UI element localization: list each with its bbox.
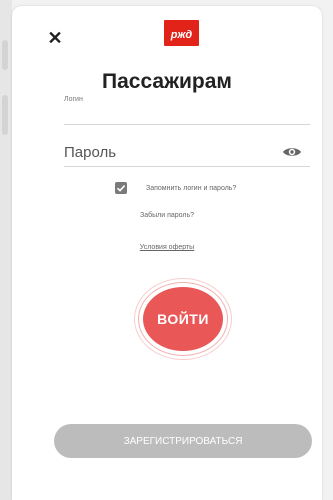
register-button[interactable]: ЗАРЕГИСТРИРОВАТЬСЯ bbox=[54, 424, 312, 458]
page-title: Пассажирам bbox=[102, 70, 232, 93]
offer-terms-link[interactable]: Условия оферты bbox=[12, 244, 322, 251]
remember-checkbox[interactable] bbox=[115, 182, 127, 194]
rzd-logo: ржд bbox=[164, 20, 199, 46]
login-button[interactable]: ВОЙТИ bbox=[143, 287, 223, 351]
close-icon[interactable]: ✕ bbox=[44, 27, 66, 49]
login-input[interactable] bbox=[64, 124, 310, 125]
device-frame bbox=[0, 0, 12, 500]
device-side-button bbox=[2, 95, 8, 135]
check-icon bbox=[116, 185, 126, 192]
password-input[interactable]: Пароль bbox=[64, 144, 116, 161]
login-field-label: Логин bbox=[64, 96, 83, 103]
svg-text:ржд: ржд bbox=[170, 29, 193, 41]
forgot-password-link[interactable]: Забыли пароль? bbox=[12, 212, 322, 219]
eye-icon[interactable] bbox=[282, 145, 302, 159]
login-screen: ✕ ржд Пассажирам Логин Пароль Запомнить … bbox=[12, 6, 322, 500]
remember-label: Запомнить логин и пароль? bbox=[146, 184, 237, 192]
password-underline bbox=[64, 166, 310, 167]
remember-me[interactable]: Запомнить логин и пароль? bbox=[115, 182, 236, 194]
device-side-button bbox=[2, 40, 8, 70]
